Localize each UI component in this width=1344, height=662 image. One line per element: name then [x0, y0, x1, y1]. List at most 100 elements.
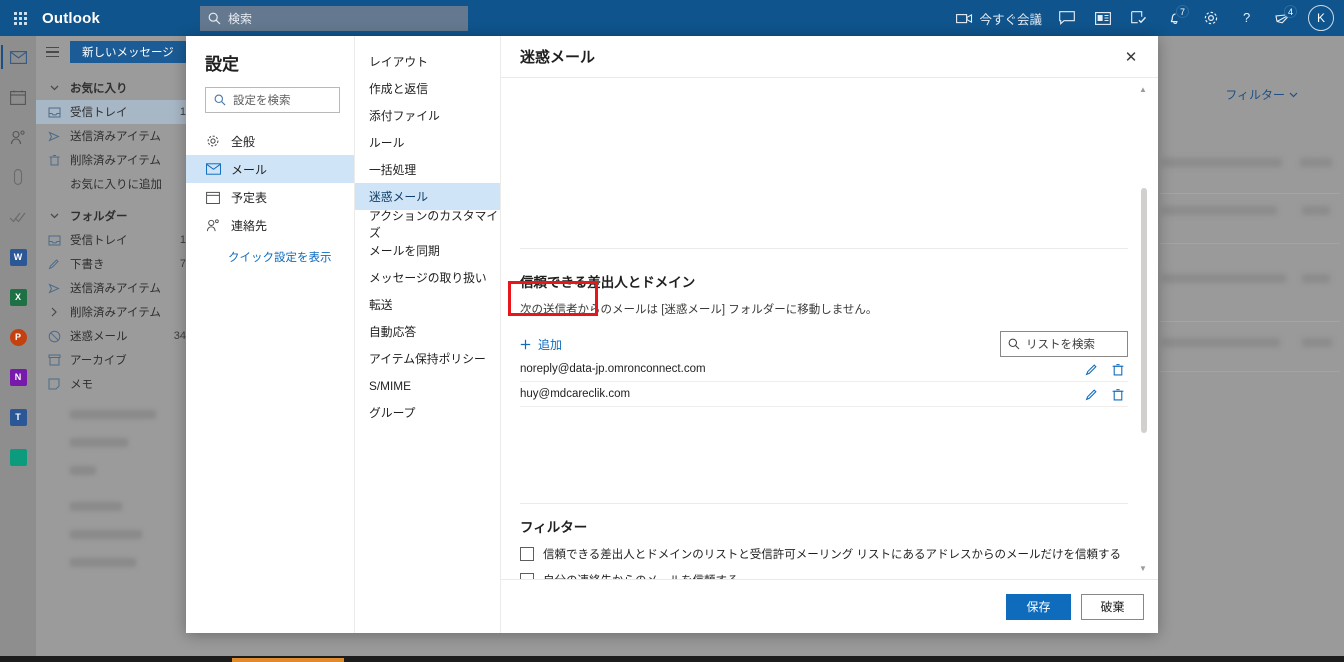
subnav-item-smime[interactable]: S/MIME: [355, 372, 500, 399]
settings-button[interactable]: [1194, 0, 1228, 36]
scroll-down-arrow[interactable]: ▼: [1136, 561, 1150, 575]
settings-search-input[interactable]: 設定を検索: [205, 87, 340, 113]
search-icon: [208, 12, 221, 25]
subnav-item-automatic-replies[interactable]: 自動応答: [355, 318, 500, 345]
list-item[interactable]: [1160, 144, 1340, 194]
meet-now-button[interactable]: 今すぐ会議: [950, 0, 1048, 36]
settings-search-placeholder: 設定を検索: [233, 95, 291, 107]
sidebar-item-inbox-fav[interactable]: 受信トレイ 1: [36, 100, 200, 124]
rail-item-people[interactable]: [1, 122, 35, 152]
sidebar-item-sent[interactable]: 送信済みアイテム: [36, 276, 200, 300]
save-button[interactable]: 保存: [1006, 593, 1071, 620]
rail-item-excel[interactable]: X: [1, 282, 35, 312]
rail-item-word[interactable]: W: [1, 242, 35, 272]
subnav-item-sweep[interactable]: 一括処理: [355, 156, 500, 183]
settings-nav-people[interactable]: 連絡先: [186, 211, 354, 239]
subnav-item-message-handling[interactable]: メッセージの取り扱い: [355, 264, 500, 291]
checkbox[interactable]: [520, 547, 534, 561]
redacted-folder: [70, 410, 156, 419]
subnav-item-sync-email[interactable]: メールを同期: [355, 237, 500, 264]
avatar[interactable]: K: [1302, 0, 1340, 36]
safe-senders-description: 次の送信者からのメールは [迷惑メール] フォルダーに移動しません。: [520, 304, 878, 316]
help-button[interactable]: ?: [1230, 0, 1264, 36]
subnav-item-groups[interactable]: グループ: [355, 399, 500, 426]
global-search[interactable]: 検索: [200, 6, 468, 31]
checkbox[interactable]: [520, 573, 534, 579]
sidebar-item-sent-fav[interactable]: 送信済みアイテム: [36, 124, 200, 148]
excel-icon: X: [9, 288, 27, 306]
rail-item-bookings[interactable]: [1, 442, 35, 472]
section-divider: [520, 248, 1128, 249]
rail-item-teams[interactable]: T: [1, 402, 35, 432]
app-launcher-icon[interactable]: [0, 0, 40, 36]
list-item[interactable]: [1160, 194, 1340, 244]
close-icon[interactable]: ✕: [1118, 44, 1144, 70]
favorites-header[interactable]: お気に入り: [36, 76, 200, 100]
rail-item-powerpoint[interactable]: P: [1, 322, 35, 352]
chevron-right-icon[interactable]: [46, 307, 62, 317]
safe-senders-search-input[interactable]: リストを検索: [1000, 331, 1128, 357]
sidebar-item-junk[interactable]: 迷惑メール 34: [36, 324, 200, 348]
mail-icon: [9, 50, 27, 64]
notifications-button[interactable]: 7: [1158, 0, 1192, 36]
sidebar-item-notes[interactable]: メモ: [36, 372, 200, 396]
sidebar-item-drafts[interactable]: 下書き 7: [36, 252, 200, 276]
settings-nav-mail[interactable]: メール: [186, 155, 354, 183]
subnav-item-customize-actions[interactable]: アクションのカスタマイズ: [355, 209, 500, 240]
subnav-item-retention-policies[interactable]: アイテム保持ポリシー: [355, 345, 500, 372]
new-message-button[interactable]: 新しいメッセージ: [70, 41, 186, 63]
settings-nav-general[interactable]: 全般: [186, 127, 354, 155]
settings-nav-label: 予定表: [231, 190, 268, 205]
rail-item-files[interactable]: [1, 162, 35, 192]
add-favorite-button[interactable]: お気に入りに追加: [36, 172, 200, 196]
sidebar-item-inbox[interactable]: 受信トレイ 1: [36, 228, 200, 252]
add-safe-sender-button[interactable]: 追加: [520, 336, 562, 353]
filter-option-label: 信頼できる差出人とドメインのリストと受信許可メーリング リストにあるアドレスから…: [543, 549, 1121, 561]
scrollbar[interactable]: [1141, 98, 1147, 559]
pencil-icon[interactable]: [1085, 363, 1098, 376]
feedback-button[interactable]: 4: [1266, 0, 1300, 36]
word-icon: W: [9, 248, 27, 266]
search-icon: [214, 94, 226, 106]
trash-icon[interactable]: [1112, 388, 1124, 401]
subnav-item-attachments[interactable]: 添付ファイル: [355, 102, 500, 129]
sidebar-item-archive[interactable]: アーカイブ: [36, 348, 200, 372]
trash-icon[interactable]: [1112, 363, 1124, 376]
people-icon: [10, 129, 25, 144]
filters-title: フィルター: [520, 520, 588, 535]
subnav-item-rules[interactable]: ルール: [355, 129, 500, 156]
rail-item-onenote[interactable]: N: [1, 362, 35, 392]
people-icon: [205, 218, 221, 232]
teams-chat-button[interactable]: [1050, 0, 1084, 36]
redacted-folder: [70, 438, 128, 447]
list-item[interactable]: [1160, 322, 1340, 372]
hamburger-icon[interactable]: [42, 46, 62, 58]
sidebar-item-deleted[interactable]: 削除済みアイテム: [36, 300, 200, 324]
quick-settings-link[interactable]: クイック設定を表示: [186, 249, 354, 265]
subnav-item-compose-reply[interactable]: 作成と返信: [355, 75, 500, 102]
clipped-link-above[interactable]: ▬ ▬▬▬ ▬▬▬▬ ▬▬: [520, 78, 1128, 98]
rail-item-mail[interactable]: [1, 42, 35, 72]
message-list-filter[interactable]: フィルター: [1225, 86, 1298, 103]
onenote-icon: N: [9, 368, 27, 386]
filter-option-contacts[interactable]: 自分の連絡先からのメールを信頼する: [520, 572, 1128, 579]
sidebar-item-label: メモ: [70, 379, 93, 391]
settings-nav-calendar[interactable]: 予定表: [186, 183, 354, 211]
subnav-item-layout[interactable]: レイアウト: [355, 48, 500, 75]
trash-icon: [46, 154, 62, 166]
rail-item-calendar[interactable]: [1, 82, 35, 112]
to-do-button[interactable]: [1122, 0, 1156, 36]
rail-item-todo[interactable]: [1, 202, 35, 232]
scroll-up-arrow[interactable]: ▲: [1136, 82, 1150, 96]
scrollbar-thumb[interactable]: [1141, 188, 1147, 433]
sidebar-item-label: 迷惑メール: [70, 331, 128, 343]
redacted-folder: [70, 502, 122, 511]
pencil-icon[interactable]: [1085, 388, 1098, 401]
discard-button[interactable]: 破棄: [1081, 593, 1144, 620]
subnav-item-forwarding[interactable]: 転送: [355, 291, 500, 318]
list-item[interactable]: [1160, 244, 1340, 322]
news-feed-button[interactable]: [1086, 0, 1120, 36]
sidebar-item-deleted-fav[interactable]: 削除済みアイテム: [36, 148, 200, 172]
filter-option-trusted-lists[interactable]: 信頼できる差出人とドメインのリストと受信許可メーリング リストにあるアドレスから…: [520, 546, 1128, 562]
folders-header[interactable]: フォルダー: [36, 204, 200, 228]
